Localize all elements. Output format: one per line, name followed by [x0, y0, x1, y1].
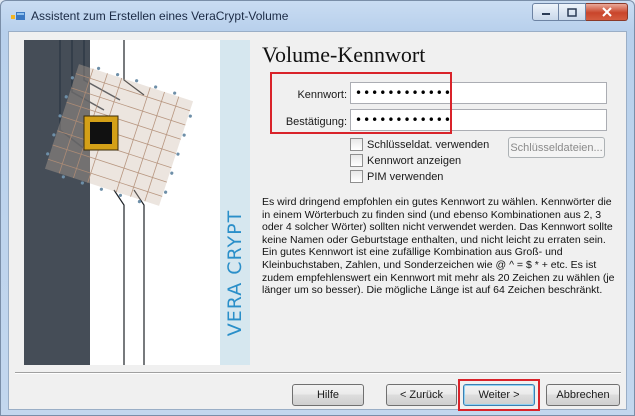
show-password-checkbox[interactable]: Kennwort anzeigen	[350, 154, 461, 167]
footer-separator	[15, 372, 621, 374]
maximize-button[interactable]	[559, 3, 586, 21]
chip-illustration	[44, 40, 194, 365]
page-title: Volume-Kennwort	[262, 42, 426, 67]
use-keyfiles-label: Schlüsseldat. verwenden	[367, 138, 490, 151]
use-pim-checkbox[interactable]: PIM verwenden	[350, 170, 443, 183]
cancel-button[interactable]: Abbrechen	[546, 384, 620, 406]
use-pim-label: PIM verwenden	[367, 170, 444, 183]
wizard-client-area: VERA CRYPT Volume-Kennwort Kennwort: •••…	[8, 31, 627, 411]
password-highlight-box	[270, 72, 452, 134]
next-highlight-box	[458, 379, 540, 411]
password-advice-text: Es wird dringend empfohlen ein gutes Ken…	[262, 196, 615, 297]
title-bar[interactable]: Assistent zum Erstellen eines VeraCrypt-…	[1, 1, 634, 31]
brand-text: VERA CRYPT	[224, 209, 246, 336]
back-button[interactable]: < Zurück	[386, 384, 457, 406]
minimize-icon	[541, 13, 550, 15]
veracrypt-brand-label: VERA CRYPT	[220, 190, 250, 355]
close-icon	[601, 7, 612, 17]
keyfiles-button[interactable]: Schlüsseldateien...	[508, 137, 605, 158]
help-button[interactable]: Hilfe	[292, 384, 364, 406]
window-controls	[532, 3, 628, 21]
close-button[interactable]	[586, 3, 628, 21]
checkbox-box[interactable]	[350, 138, 363, 151]
checkbox-box[interactable]	[350, 154, 363, 167]
use-keyfiles-checkbox[interactable]: Schlüsseldat. verwenden	[350, 138, 489, 151]
maximize-icon	[567, 7, 577, 17]
veracrypt-app-icon	[11, 12, 25, 20]
minimize-button[interactable]	[532, 3, 559, 21]
checkbox-box[interactable]	[350, 170, 363, 183]
window-title: Assistent zum Erstellen eines VeraCrypt-…	[31, 9, 289, 23]
wizard-window: Assistent zum Erstellen eines VeraCrypt-…	[0, 0, 635, 416]
wizard-banner-image: VERA CRYPT	[24, 40, 250, 365]
show-password-label: Kennwort anzeigen	[367, 154, 462, 167]
